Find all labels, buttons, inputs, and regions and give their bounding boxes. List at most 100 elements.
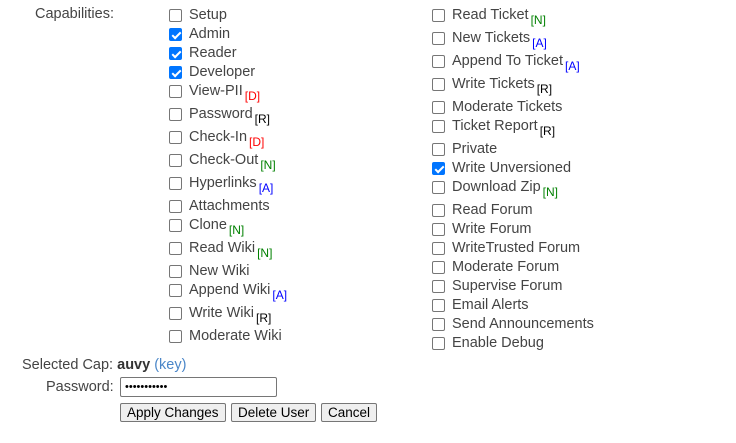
checkbox[interactable] — [169, 200, 182, 213]
capability-name: Read Wiki — [189, 240, 256, 256]
capability-label: Hyperlinks [A] — [189, 174, 274, 195]
capability-name: Moderate Wiki — [189, 328, 282, 344]
capability-name: Read Ticket — [452, 7, 529, 23]
checkbox[interactable] — [432, 101, 445, 114]
capability-name: Write Unversioned — [452, 160, 572, 176]
capability-label: Clone [N] — [189, 216, 245, 237]
capability-label: Read Forum — [452, 201, 533, 220]
capability-label: Append To Ticket [A] — [452, 52, 580, 73]
checkbox[interactable] — [169, 307, 182, 320]
checkbox[interactable] — [432, 299, 445, 312]
capability-label: Supervise Forum — [452, 277, 562, 296]
capability-label: Write Unversioned — [452, 159, 571, 178]
capability-label: Append Wiki [A] — [189, 281, 288, 302]
checkbox[interactable] — [432, 120, 445, 133]
capability-name: Moderate Forum — [452, 259, 560, 275]
checkbox[interactable] — [169, 85, 182, 98]
checkbox[interactable] — [432, 32, 445, 45]
capability-label: Ticket Report [R] — [452, 117, 555, 138]
checkbox[interactable] — [169, 265, 182, 278]
checkbox[interactable] — [432, 261, 445, 274]
capability-name: Write Forum — [452, 221, 532, 237]
capability-name: View-PII — [189, 83, 243, 99]
checkbox[interactable] — [432, 204, 445, 217]
checkbox[interactable] — [169, 154, 182, 167]
checkbox[interactable] — [169, 47, 182, 60]
checkbox[interactable] — [432, 78, 445, 91]
key-link[interactable]: (key) — [154, 357, 186, 373]
capability-label: Write Forum — [452, 220, 532, 239]
checkbox[interactable] — [432, 242, 445, 255]
capabilities-label: Capabilities: — [35, 6, 114, 22]
checkbox[interactable] — [169, 66, 182, 79]
checkbox[interactable] — [169, 28, 182, 41]
capability-flag: [R] — [254, 112, 271, 126]
capability-name: Attachments — [189, 198, 270, 214]
capability-name: Admin — [189, 26, 231, 42]
capability-flag: [D] — [249, 135, 265, 149]
capability-flag: [R] — [255, 311, 272, 325]
checkbox[interactable] — [169, 219, 182, 232]
capability-label: Write Tickets [R] — [452, 75, 553, 96]
capability-flag: [N] — [530, 13, 546, 27]
capability-flag: [A] — [564, 59, 580, 73]
capability-label: Password [R] — [189, 105, 271, 126]
capability-label: Moderate Forum — [452, 258, 559, 277]
apply-changes-button[interactable]: Apply Changes — [120, 403, 226, 422]
capability-flag: [A] — [272, 288, 288, 302]
capability-name: Private — [452, 141, 498, 157]
checkbox[interactable] — [432, 223, 445, 236]
checkbox[interactable] — [432, 280, 445, 293]
capability-label: Read Wiki [N] — [189, 239, 273, 260]
capability-name: Append Wiki — [189, 282, 271, 298]
checkbox[interactable] — [169, 9, 182, 22]
capability-name: Enable Debug — [452, 335, 544, 351]
capability-flag: [N] — [542, 185, 559, 199]
checkbox[interactable] — [432, 181, 445, 194]
capability-label: Setup — [189, 6, 227, 25]
checkbox[interactable] — [169, 284, 182, 297]
capability-label: Attachments — [189, 197, 270, 216]
cancel-button[interactable]: Cancel — [321, 403, 378, 422]
capability-flag: [N] — [257, 246, 273, 260]
capability-flag: [A] — [258, 181, 274, 195]
capability-label: Enable Debug — [452, 334, 544, 353]
capability-name: Write Wiki — [189, 305, 254, 321]
capability-label: Send Announcements — [452, 315, 594, 334]
capability-label: Download Zip [N] — [452, 178, 559, 199]
checkbox[interactable] — [169, 330, 182, 343]
capability-label: Moderate Wiki — [189, 327, 282, 346]
capability-name: Clone — [189, 217, 227, 233]
capability-name: Download Zip — [452, 179, 541, 195]
capability-flag: [N] — [228, 223, 245, 237]
capability-name: Supervise Forum — [452, 278, 563, 294]
capability-label: Email Alerts — [452, 296, 529, 315]
checkbox[interactable] — [432, 337, 445, 350]
capability-label: Private — [452, 140, 497, 159]
capability-label: WriteTrusted Forum — [452, 239, 580, 258]
selected-cap-value: auvy — [117, 357, 151, 373]
capability-flag: [D] — [244, 89, 261, 103]
capability-label: New Tickets [A] — [452, 29, 547, 50]
password-input[interactable] — [120, 377, 277, 397]
capability-flag: [A] — [532, 36, 547, 50]
capability-flag: [R] — [536, 82, 553, 96]
checkbox[interactable] — [432, 143, 445, 156]
capability-name: Setup — [189, 7, 227, 23]
capability-name: WriteTrusted Forum — [452, 240, 581, 256]
capability-name: Password — [189, 106, 253, 122]
capability-name: New Wiki — [189, 263, 250, 279]
checkbox[interactable] — [432, 318, 445, 331]
checkbox[interactable] — [432, 162, 445, 175]
checkbox[interactable] — [432, 55, 445, 68]
checkbox[interactable] — [169, 131, 182, 144]
capability-name: New Tickets — [452, 30, 531, 46]
password-label: Password: — [46, 379, 114, 395]
checkbox[interactable] — [432, 9, 445, 22]
delete-user-button[interactable]: Delete User — [231, 403, 317, 422]
checkbox[interactable] — [169, 242, 182, 255]
capability-name: Check-In — [189, 129, 248, 145]
checkbox[interactable] — [169, 108, 182, 121]
capability-label: Moderate Tickets — [452, 98, 562, 117]
checkbox[interactable] — [169, 177, 182, 190]
